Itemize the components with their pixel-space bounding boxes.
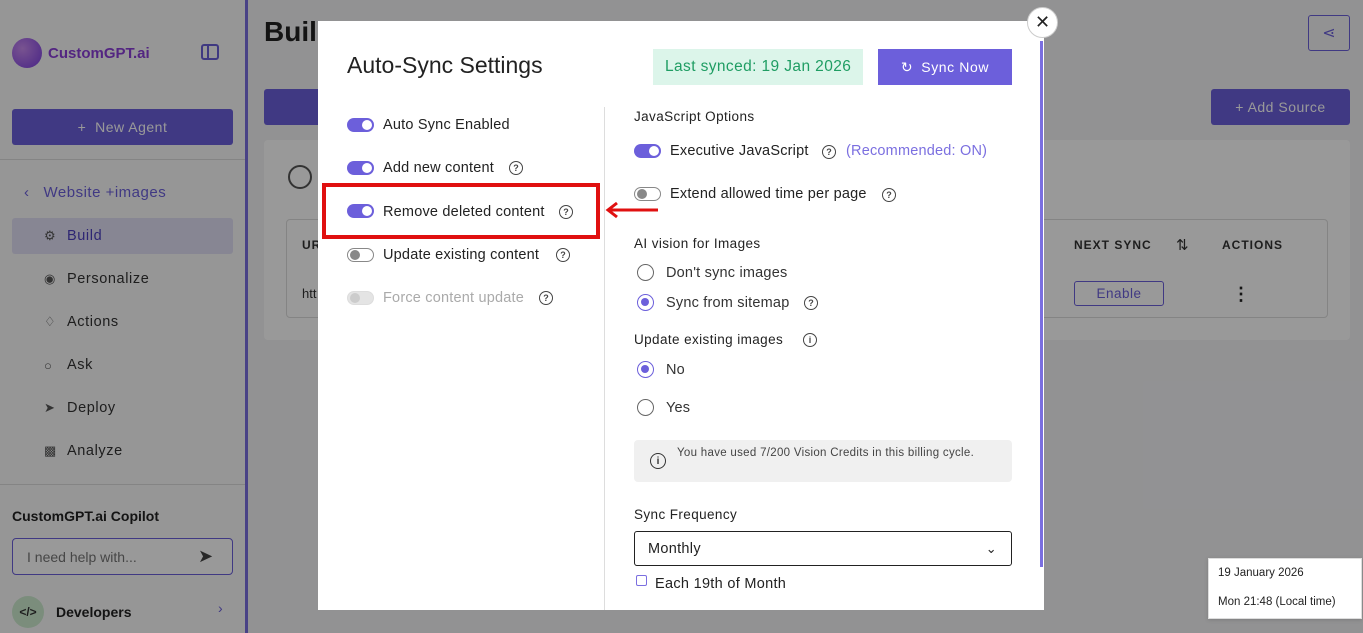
last-synced-badge: Last synced: 19 Jan 2026 [653,49,864,85]
executive-javascript-label: Executive JavaScript [670,143,809,159]
javascript-options-heading: JavaScript Options [634,109,755,124]
update-existing-content-label: Update existing content [383,247,540,263]
ai-vision-heading: AI vision for Images [634,236,761,251]
auto-sync-label: Auto Sync Enabled [383,117,510,133]
update-existing-content-toggle[interactable] [347,248,374,262]
vision-credits-text: You have used 7/200 Vision Credits in th… [677,447,975,459]
help-icon[interactable]: ? [804,296,818,310]
frequency-note: Each 19th of Month [655,576,787,592]
update-images-heading: Update existing images [634,332,784,347]
annotation-arrow-icon [605,201,658,219]
column-divider [604,107,605,610]
add-new-content-toggle[interactable] [347,161,374,175]
extend-time-toggle[interactable] [634,187,661,201]
add-new-content-label: Add new content [383,160,495,176]
update-images-no-label: No [666,362,685,378]
help-icon[interactable]: ? [556,248,570,262]
tooltip-date: 19 January 2026 [1218,567,1304,579]
modal-title: Auto-Sync Settings [347,52,543,78]
radio-update-images-no[interactable] [637,361,654,378]
info-icon: i [650,453,666,469]
sync-from-sitemap-label: Sync from sitemap [666,295,790,311]
dont-sync-images-label: Don't sync images [666,265,788,281]
chevron-down-icon: ⌄ [985,541,997,556]
help-icon[interactable]: ? [509,161,523,175]
auto-sync-modal: Auto-Sync Settings Last synced: 19 Jan 2… [318,21,1044,610]
auto-sync-toggle[interactable] [347,118,374,132]
sync-now-button[interactable]: ↻ Sync Now [878,49,1012,85]
tooltip-time: Mon 21:48 (Local time) [1218,596,1336,608]
info-icon[interactable]: i [803,333,817,347]
recommended-note: (Recommended: ON) [846,143,988,159]
close-icon: ✕ [1034,12,1051,32]
radio-dont-sync-images[interactable] [637,264,654,281]
refresh-icon: ↻ [900,58,914,75]
help-icon[interactable]: ? [539,291,553,305]
help-icon[interactable]: ? [882,188,896,202]
radio-update-images-yes[interactable] [637,399,654,416]
modal-scrollbar[interactable] [1040,41,1043,567]
calendar-icon [636,575,647,586]
datetime-tooltip: 19 January 2026 Mon 21:48 (Local time) [1208,558,1362,619]
force-content-update-toggle[interactable] [347,291,374,305]
force-content-update-label: Force content update [383,290,525,306]
sync-frequency-value: Monthly [648,540,701,557]
help-icon[interactable]: ? [822,145,836,159]
radio-sync-from-sitemap[interactable] [637,294,654,311]
vision-credits-notice: i You have used 7/200 Vision Credits in … [634,440,1012,482]
close-modal-button[interactable]: ✕ [1027,7,1058,38]
extend-time-label: Extend allowed time per page [670,186,867,202]
executive-javascript-toggle[interactable] [634,144,661,158]
sync-frequency-select[interactable]: Monthly ⌄ [634,531,1012,566]
sync-now-label: Sync Now [921,59,990,75]
sync-frequency-heading: Sync Frequency [634,507,738,522]
annotation-highlight-box [322,183,600,239]
update-images-yes-label: Yes [666,400,691,416]
